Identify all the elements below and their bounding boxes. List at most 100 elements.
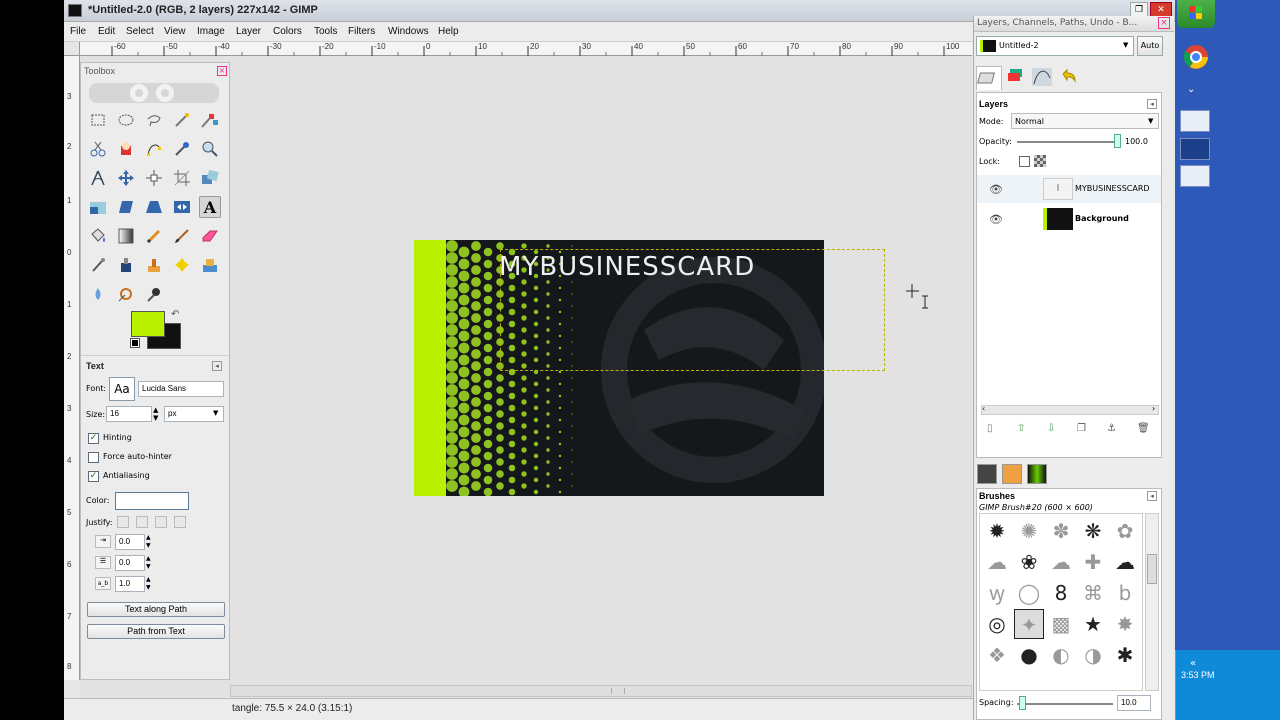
- hinting-checkbox[interactable]: ✓: [88, 433, 99, 444]
- menu-file[interactable]: File: [70, 26, 86, 37]
- tab-patterns[interactable]: [1002, 464, 1022, 484]
- layer-row[interactable]: 👁 Background: [977, 205, 1161, 233]
- line-spacing-spinner-icon[interactable]: ▲ ▼: [146, 555, 151, 571]
- text-tool-icon[interactable]: A: [199, 196, 221, 218]
- perspective-icon[interactable]: [143, 196, 165, 218]
- dodge-burn-icon[interactable]: [143, 283, 165, 305]
- blur-icon[interactable]: [87, 283, 109, 305]
- panel-menu-icon[interactable]: ◂: [1147, 491, 1157, 501]
- ruler-corner[interactable]: [64, 42, 80, 56]
- brush-preview[interactable]: ●: [1014, 640, 1044, 670]
- brush-preview[interactable]: ✚: [1078, 547, 1108, 577]
- scroll-grip[interactable]: [611, 688, 625, 694]
- font-field[interactable]: Lucida Sans: [138, 381, 224, 397]
- chevron-left-icon[interactable]: ‹: [982, 404, 985, 413]
- measure-icon[interactable]: [87, 167, 109, 189]
- force-autohinter-checkbox[interactable]: [88, 452, 99, 463]
- select-by-color-icon[interactable]: [199, 109, 221, 131]
- foreground-select-icon[interactable]: [115, 138, 137, 160]
- foreground-color-swatch[interactable]: [131, 311, 165, 337]
- menu-windows[interactable]: Windows: [388, 26, 429, 37]
- text-along-path-button[interactable]: Text along Path: [87, 602, 225, 617]
- layer-row[interactable]: 👁 I MYBUSINESSCARD: [977, 175, 1161, 203]
- bucket-fill-icon[interactable]: [87, 225, 109, 247]
- gimp-app-icon[interactable]: [68, 4, 82, 17]
- indent-spinner-icon[interactable]: ▲ ▼: [146, 534, 151, 550]
- brush-preview[interactable]: ✱: [1110, 640, 1140, 670]
- eye-icon[interactable]: 👁: [989, 213, 1003, 226]
- taskbar-app-button[interactable]: [1180, 165, 1210, 187]
- brush-preview[interactable]: 8: [1046, 578, 1076, 608]
- delete-layer-icon[interactable]: 🗑: [1137, 423, 1150, 434]
- spacing-slider-track[interactable]: [1017, 703, 1113, 705]
- default-colors-icon[interactable]: [130, 338, 140, 348]
- font-preview-button[interactable]: Aa: [109, 377, 135, 401]
- menu-colors[interactable]: Colors: [273, 26, 302, 37]
- horizontal-scrollbar[interactable]: [230, 685, 972, 697]
- brush-preview[interactable]: ✿: [1110, 516, 1140, 546]
- brush-preview[interactable]: ❖: [982, 640, 1012, 670]
- brush-preview[interactable]: ❀: [1014, 547, 1044, 577]
- menu-layer[interactable]: Layer: [236, 26, 261, 37]
- brush-preview[interactable]: ☁: [1110, 547, 1140, 577]
- brush-preview[interactable]: ★: [1078, 609, 1108, 639]
- horizontal-ruler[interactable]: -60 -50 -40 -30 -20 -10 0 10 20 30 40 50…: [80, 42, 972, 56]
- scale-icon[interactable]: [87, 196, 109, 218]
- start-button[interactable]: [1177, 0, 1215, 28]
- brush-preview[interactable]: ✺: [1014, 516, 1044, 546]
- lower-layer-icon[interactable]: ⇩: [1047, 423, 1055, 434]
- opacity-slider-track[interactable]: [1017, 141, 1119, 143]
- perspective-clone-icon[interactable]: [199, 254, 221, 276]
- chevron-left-icon[interactable]: «: [1190, 658, 1196, 669]
- text-color-button[interactable]: [115, 492, 189, 510]
- menu-image[interactable]: Image: [197, 26, 225, 37]
- rotate-icon[interactable]: [199, 167, 221, 189]
- taskbar-app-button[interactable]: [1180, 110, 1210, 132]
- brush-grid[interactable]: ✹ ✺ ✽ ❋ ✿ ☁ ❀ ☁ ✚ ☁ ꝡ ◯ 8 ⌘ b ◎ ✦ ▩ ★ ✸ ❖ ● ◐ ◑ ✱: [979, 513, 1143, 691]
- menu-tools[interactable]: Tools: [314, 26, 337, 37]
- raise-layer-icon[interactable]: ⇧: [1017, 423, 1025, 434]
- brush-preview[interactable]: ꝡ: [982, 578, 1012, 608]
- taskbar-gimp-button[interactable]: [1180, 138, 1210, 160]
- path-from-text-button[interactable]: Path from Text: [87, 624, 225, 639]
- indent-field[interactable]: 0.0: [115, 534, 145, 550]
- airbrush-icon[interactable]: [87, 254, 109, 276]
- menu-view[interactable]: View: [164, 26, 186, 37]
- fuzzy-select-icon[interactable]: [171, 109, 193, 131]
- brush-preview[interactable]: ✸: [1110, 609, 1140, 639]
- pencil-icon[interactable]: [143, 225, 165, 247]
- justify-right-icon[interactable]: [136, 516, 148, 528]
- justify-center-icon[interactable]: [155, 516, 167, 528]
- new-layer-icon[interactable]: ▯: [987, 423, 993, 434]
- line-spacing-field[interactable]: 0.0: [115, 555, 145, 571]
- menu-help[interactable]: Help: [438, 26, 459, 37]
- clone-icon[interactable]: [143, 254, 165, 276]
- lasso-icon[interactable]: [143, 109, 165, 131]
- chrome-icon[interactable]: [1181, 42, 1211, 72]
- opacity-value[interactable]: 100.0: [1125, 137, 1148, 146]
- color-picker-icon[interactable]: [171, 138, 193, 160]
- spacing-slider-handle[interactable]: [1019, 696, 1026, 710]
- brush-preview[interactable]: b: [1110, 578, 1140, 608]
- tab-undo[interactable]: [1057, 66, 1083, 90]
- shear-icon[interactable]: [115, 196, 137, 218]
- move-icon[interactable]: [115, 167, 137, 189]
- tab-brushes[interactable]: [977, 464, 997, 484]
- opacity-slider-handle[interactable]: [1114, 134, 1121, 148]
- brush-preview[interactable]: ◑: [1078, 640, 1108, 670]
- letter-spacing-field[interactable]: 1.0: [115, 576, 145, 592]
- brush-preview[interactable]: ✦: [1014, 609, 1044, 639]
- flip-icon[interactable]: [171, 196, 193, 218]
- eye-icon[interactable]: 👁: [989, 183, 1003, 196]
- heal-icon[interactable]: [171, 254, 193, 276]
- duplicate-layer-icon[interactable]: ❐: [1077, 423, 1086, 434]
- auto-button[interactable]: Auto: [1137, 36, 1163, 56]
- layer-name[interactable]: Background: [1075, 214, 1129, 223]
- menu-filters[interactable]: Filters: [348, 26, 375, 37]
- size-field[interactable]: 16: [106, 406, 152, 422]
- scissors-icon[interactable]: [87, 138, 109, 160]
- smudge-icon[interactable]: [115, 283, 137, 305]
- antialiasing-checkbox[interactable]: ✓: [88, 471, 99, 482]
- brush-preview[interactable]: ❋: [1078, 516, 1108, 546]
- brush-preview[interactable]: ☁: [1046, 547, 1076, 577]
